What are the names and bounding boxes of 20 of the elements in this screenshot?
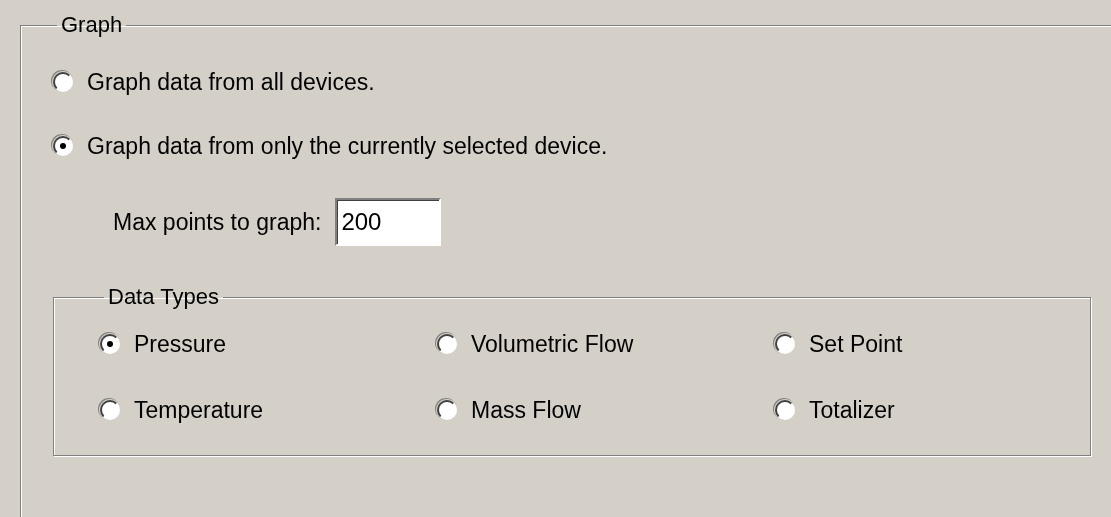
group-title: Graph [60, 12, 124, 38]
radio-button[interactable] [437, 400, 457, 420]
radio-label: Set Point [809, 330, 903, 358]
radio-label: Mass Flow [471, 396, 581, 424]
radio-button[interactable] [53, 72, 73, 92]
radio-button[interactable] [100, 334, 120, 354]
max-points-input[interactable]: 200 [335, 198, 442, 246]
radio-button[interactable] [775, 400, 795, 420]
group-title: Data Types [107, 284, 220, 310]
radio-button[interactable] [437, 334, 457, 354]
radio-button[interactable] [100, 400, 120, 420]
radio-label: Pressure [134, 330, 227, 358]
radio-label: Totalizer [809, 396, 895, 424]
radio-button[interactable] [775, 334, 795, 354]
radio-label: Temperature [134, 396, 264, 424]
radio-label: Volumetric Flow [471, 330, 634, 358]
radio-label: Graph data from all devices. [87, 68, 375, 96]
radio-button[interactable] [53, 136, 73, 156]
field-label: Max points to graph: [113, 208, 322, 236]
radio-label: Graph data from only the currently selected device. [87, 132, 608, 160]
